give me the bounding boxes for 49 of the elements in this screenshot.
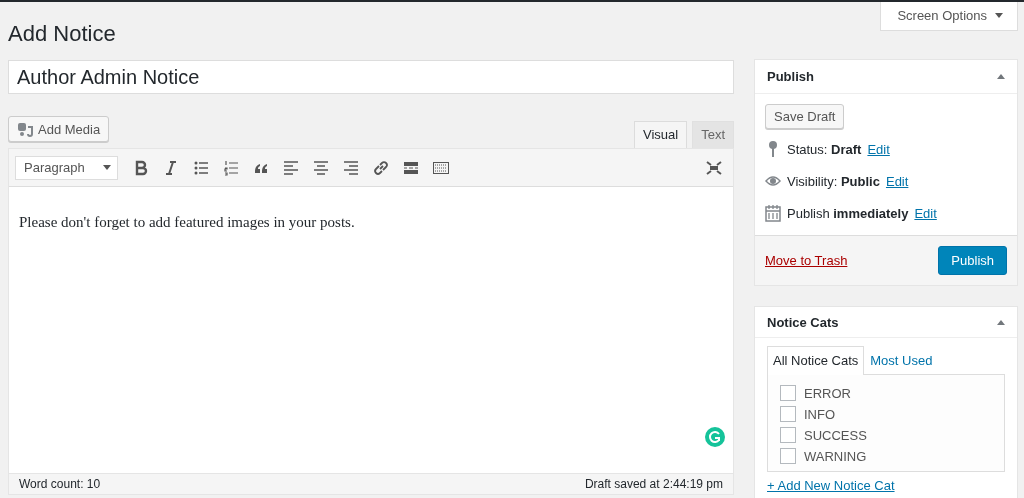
page-title: Add Notice <box>8 20 117 48</box>
link-icon[interactable] <box>373 159 389 176</box>
box-title: Publish <box>767 69 814 84</box>
publish-setting-text: Publish immediately <box>787 205 909 221</box>
edit-link[interactable]: Edit <box>867 141 890 157</box>
fullscreen-icon[interactable] <box>706 160 722 175</box>
checkbox[interactable] <box>780 406 796 422</box>
align-right-icon[interactable] <box>343 159 359 176</box>
align-center-icon[interactable] <box>313 159 329 176</box>
checkbox-label: WARNING <box>804 448 867 464</box>
bold-icon[interactable] <box>133 159 149 176</box>
italic-icon[interactable] <box>163 159 179 176</box>
editor-tab[interactable]: Text <box>692 121 734 148</box>
title-field[interactable]: Author Admin Notice <box>8 60 734 94</box>
checkbox[interactable] <box>780 448 796 464</box>
add-media-button[interactable]: Add Media <box>8 116 110 142</box>
media-icon <box>17 121 33 137</box>
caret-icon <box>995 13 1003 18</box>
publish-setting-text: Visibility: Public <box>787 173 880 189</box>
move-to-trash-link[interactable]: Move to Trash <box>765 253 848 268</box>
format-dropdown[interactable]: Paragraph <box>15 155 118 180</box>
read-more-icon[interactable] <box>403 159 419 176</box>
keyboard-icon[interactable] <box>433 159 449 176</box>
publish-setting-text: Status: Draft <box>787 141 862 157</box>
checkbox[interactable] <box>780 427 796 443</box>
calendar-icon <box>765 204 781 222</box>
draft-saved-text: Draft saved at 2:44:19 pm <box>584 477 723 491</box>
add-category-link[interactable]: + Add New Notice Cat <box>767 478 1005 493</box>
bulleted-list-icon[interactable] <box>193 159 209 176</box>
save-draft-button[interactable]: Save Draft <box>765 104 845 129</box>
collapse-toggle-icon[interactable] <box>997 74 1005 79</box>
edit-link[interactable]: Edit <box>914 205 937 221</box>
caret-icon <box>103 165 111 170</box>
checkbox[interactable] <box>780 385 796 401</box>
checkbox-label: ERROR <box>804 385 851 401</box>
align-left-icon[interactable] <box>283 159 299 176</box>
category-tab[interactable]: All Notice Cats <box>767 346 865 375</box>
checkbox-label: INFO <box>804 406 836 422</box>
editor-tab[interactable]: Visual <box>633 121 688 148</box>
category-tab[interactable]: Most Used <box>864 346 939 374</box>
word-count: Word count: 10 <box>19 477 101 491</box>
collapse-toggle-icon[interactable] <box>997 319 1005 325</box>
numbered-list-icon[interactable] <box>223 159 239 176</box>
publish-button[interactable]: Publish <box>938 246 1007 275</box>
box-title: Notice Cats <box>767 314 839 330</box>
edit-link[interactable]: Edit <box>885 173 909 189</box>
screen-options-button[interactable]: Screen Options <box>880 2 1018 31</box>
checkbox-label: SUCCESS <box>804 427 867 443</box>
content-text: Please don't forget to add featured images in your posts. <box>19 214 356 231</box>
